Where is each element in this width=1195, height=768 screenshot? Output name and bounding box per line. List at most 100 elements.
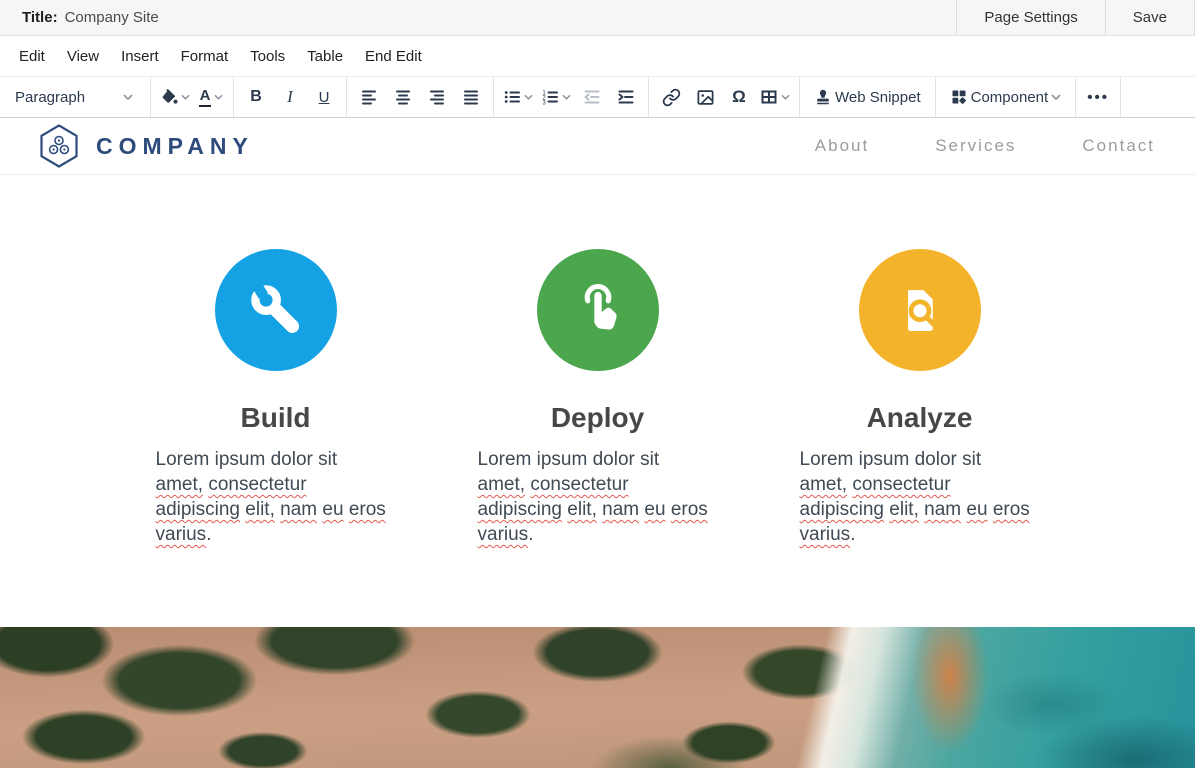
title-bar-actions: Page SettingsSave [956, 0, 1195, 35]
misspelled-word: elit, [889, 499, 919, 520]
background-color-button[interactable] [156, 80, 194, 114]
align-center-button[interactable] [386, 80, 420, 114]
style-group: Paragraph [0, 77, 151, 117]
component-blocks-icon [950, 88, 968, 106]
menu-item-format[interactable]: Format [170, 36, 240, 76]
site-logo[interactable]: COMPANY [36, 123, 254, 169]
bullet-list-button[interactable] [499, 80, 537, 114]
italic-icon: I [287, 87, 293, 107]
misspelled-word: adipiscing [156, 499, 241, 520]
component-group: Component [936, 77, 1077, 117]
misspelled-word: adipiscing [478, 499, 563, 520]
feature-title: Deploy [437, 402, 759, 434]
misspelled-word: amet, [800, 474, 848, 495]
misspelled-word: varius [156, 524, 207, 545]
feature-title: Build [115, 402, 437, 434]
more-options-button[interactable]: ••• [1081, 80, 1115, 114]
chevron-down-icon [214, 94, 223, 100]
title-bar: Title: Company Site Page SettingsSave [0, 0, 1195, 36]
underline-button[interactable]: U [307, 80, 341, 114]
text-color-icon: A [199, 87, 212, 106]
tap-icon [564, 276, 632, 344]
misspelled-word: varius [800, 524, 851, 545]
insert-table-button[interactable] [756, 80, 794, 114]
misspelled-word: amet, [478, 474, 526, 495]
feature-text[interactable]: Lorem ipsum dolor sitamet, consecteturad… [156, 447, 396, 547]
page-settings-button[interactable]: Page Settings [956, 0, 1104, 35]
nav-link-about[interactable]: About [815, 136, 869, 156]
insert-link-button[interactable] [654, 80, 688, 114]
bold-icon: B [250, 88, 262, 106]
alignment-group [347, 77, 494, 117]
menu-item-edit[interactable]: Edit [8, 36, 56, 76]
misspelled-word: amet, [156, 474, 204, 495]
table-icon [760, 88, 778, 106]
site-logo-text: COMPANY [96, 133, 254, 160]
align-center-icon [394, 88, 412, 106]
outdent-icon [583, 88, 601, 106]
formatting-toolbar: Paragraph A B I U [0, 76, 1195, 118]
misspelled-word: consectetur [852, 474, 950, 495]
underline-icon: U [319, 89, 330, 106]
feature-text[interactable]: Lorem ipsum dolor sitamet, consecteturad… [478, 447, 718, 547]
chevron-down-icon [524, 94, 533, 100]
web-snippet-label: Web Snippet [835, 89, 921, 106]
italic-button[interactable]: I [273, 80, 307, 114]
nav-link-services[interactable]: Services [935, 136, 1016, 156]
page-title-label: Title: [22, 9, 58, 26]
feature-icon-circle [537, 249, 659, 371]
menu-item-end-edit[interactable]: End Edit [354, 36, 433, 76]
menu-bar: EditViewInsertFormatToolsTableEnd Edit [0, 36, 1195, 76]
align-right-button[interactable] [420, 80, 454, 114]
menu-item-table[interactable]: Table [296, 36, 354, 76]
cms-editor-window: Title: Company Site Page SettingsSave Ed… [0, 0, 1195, 768]
misspelled-word: consectetur [530, 474, 628, 495]
chevron-down-icon [181, 94, 190, 100]
misspelled-word: nam [602, 499, 639, 520]
misspelled-word: eu [644, 499, 665, 520]
misspelled-word: nam [924, 499, 961, 520]
paragraph-style-label: Paragraph [15, 89, 85, 106]
insert-image-button[interactable] [688, 80, 722, 114]
outdent-button[interactable] [575, 80, 609, 114]
align-justify-button[interactable] [454, 80, 488, 114]
feature-card-deploy: Deploy Lorem ipsum dolor sitamet, consec… [437, 249, 759, 627]
align-left-button[interactable] [352, 80, 386, 114]
component-button[interactable]: Component [941, 80, 1071, 114]
bold-button[interactable]: B [239, 80, 273, 114]
wrench-icon [242, 276, 310, 344]
page-title: Title: Company Site [0, 0, 159, 35]
save-button[interactable]: Save [1105, 0, 1195, 35]
bullet-list-icon [503, 88, 521, 106]
numbered-list-button[interactable]: 123 [537, 80, 575, 114]
feature-icon-circle [859, 249, 981, 371]
misspelled-word: eros [993, 499, 1030, 520]
indent-button[interactable] [609, 80, 643, 114]
site-header: COMPANY About Services Contact [0, 118, 1195, 175]
link-icon [662, 88, 681, 107]
misspelled-word: nam [280, 499, 317, 520]
page-title-value: Company Site [65, 9, 159, 26]
feature-title: Analyze [759, 402, 1081, 434]
nav-link-contact[interactable]: Contact [1082, 136, 1155, 156]
more-group: ••• [1076, 77, 1121, 117]
misspelled-word: eu [966, 499, 987, 520]
misspelled-word: varius [478, 524, 529, 545]
web-snippet-group: Web Snippet [800, 77, 936, 117]
text-color-button[interactable]: A [194, 80, 228, 114]
misspelled-word: elit, [245, 499, 275, 520]
misspelled-word: eros [671, 499, 708, 520]
menu-item-insert[interactable]: Insert [110, 36, 170, 76]
feature-card-analyze: Analyze Lorem ipsum dolor sitamet, conse… [759, 249, 1081, 627]
web-snippet-button[interactable]: Web Snippet [805, 80, 930, 114]
hero-image [0, 627, 1195, 768]
document-search-icon [886, 276, 954, 344]
special-character-button[interactable]: Ω [722, 80, 756, 114]
paint-bucket-icon [160, 88, 178, 106]
menu-item-view[interactable]: View [56, 36, 110, 76]
color-group: A [151, 77, 234, 117]
misspelled-word: consectetur [208, 474, 306, 495]
feature-text[interactable]: Lorem ipsum dolor sitamet, consecteturad… [800, 447, 1040, 547]
menu-item-tools[interactable]: Tools [239, 36, 296, 76]
paragraph-style-dropdown[interactable]: Paragraph [5, 80, 145, 114]
